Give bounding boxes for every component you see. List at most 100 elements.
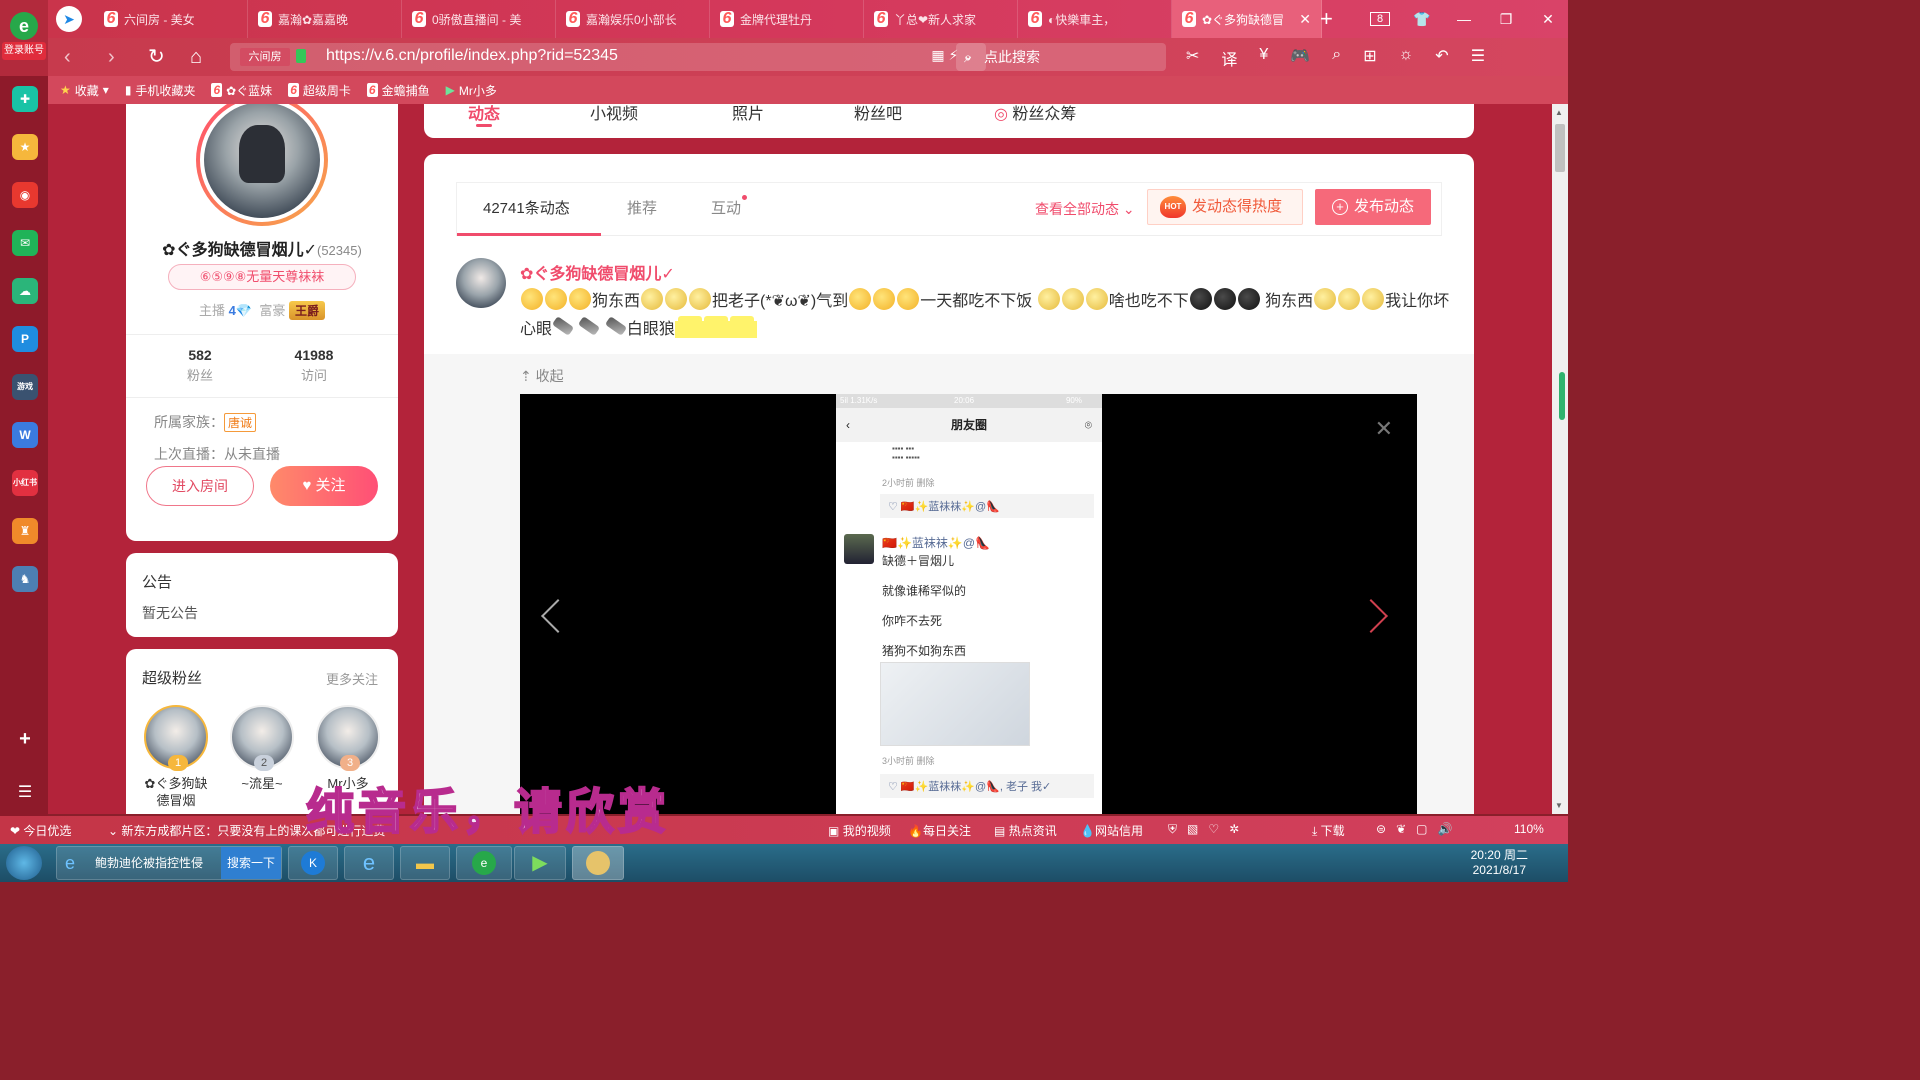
translate-icon[interactable]: 译	[1221, 46, 1237, 70]
browser-tab[interactable]: 6 0骄傲直播间 - 美	[402, 0, 556, 38]
post-for-heat-button[interactable]: HOT 发动态得热度	[1147, 189, 1303, 225]
taskbar-folder-app[interactable]: ▬	[400, 846, 450, 880]
search-input[interactable]: ⌕ 点此搜索	[956, 43, 1166, 71]
scroll-up-icon[interactable]: ▲	[1555, 108, 1563, 117]
side-drag-handle[interactable]	[1559, 372, 1565, 420]
url-text[interactable]: https://v.6.cn/profile/index.php?rid=523…	[326, 47, 618, 65]
my-videos[interactable]: ▣ 我的视频	[828, 822, 891, 839]
taskbar-ie-app[interactable]: e	[344, 846, 394, 880]
new-tab-icon[interactable]: +	[1320, 6, 1333, 32]
next-image-icon[interactable]	[1354, 599, 1388, 633]
tab-short-videos[interactable]: 小视频	[590, 104, 638, 124]
game2-icon[interactable]: ♜	[12, 518, 38, 544]
clock-date[interactable]: 2021/8/17	[1471, 863, 1528, 878]
collapse-button[interactable]: ⇡ 收起	[520, 366, 564, 386]
tab-all-dynamics[interactable]: 42741条动态	[483, 197, 570, 218]
p-app-icon[interactable]: P	[12, 326, 38, 352]
profile-avatar[interactable]	[196, 104, 328, 226]
close-viewer-icon[interactable]: ✕	[1375, 416, 1393, 442]
bookmark-item[interactable]: 6 超级周卡	[288, 82, 351, 99]
taskbar-search-app[interactable]: e 鲍勃迪伦被指控性侵 搜索一下	[56, 846, 282, 880]
bookmark-item[interactable]: 6 金蟾捕鱼	[366, 82, 430, 99]
cloud-icon[interactable]: ☁	[12, 278, 38, 304]
clock-time[interactable]: 20:20 周二	[1471, 848, 1528, 863]
close-tab-icon[interactable]: ✕	[1299, 11, 1311, 28]
fan-item[interactable]: 1 ✿ぐ多狗缺德冒烟	[142, 705, 210, 809]
post-author-name[interactable]: ✿ぐ多狗缺德冒烟儿✓	[520, 260, 675, 284]
downloads[interactable]: ⤓ 下载	[1312, 822, 1345, 839]
zoom-level[interactable]: 110%	[1514, 822, 1544, 836]
tab-dynamics[interactable]: 动态	[468, 104, 500, 124]
bookmark-item[interactable]: ▶ Mr小多	[446, 82, 497, 99]
site-credit[interactable]: 💧网站信用	[1080, 822, 1143, 839]
sidebar-menu-icon[interactable]: ☰	[12, 780, 38, 806]
tab-count-badge[interactable]: 8	[1370, 12, 1390, 26]
browser-tab[interactable]: 6 ◐快樂車主，	[1018, 0, 1172, 38]
today-picks[interactable]: ❤ 今日优选	[10, 822, 71, 839]
browser-tab[interactable]: 6 嘉瀚娱乐0小部长	[556, 0, 710, 38]
scissors-icon[interactable]: ✂	[1186, 46, 1199, 70]
skin-icon[interactable]: 👕	[1412, 11, 1432, 28]
red-app-icon[interactable]: 小红书	[12, 470, 38, 496]
brightness-icon[interactable]: ☼	[1399, 46, 1414, 70]
start-button[interactable]	[6, 846, 42, 880]
daily-follow[interactable]: 🔥每日关注	[908, 822, 971, 839]
game3-icon[interactable]: ♞	[12, 566, 38, 592]
navigate-icon[interactable]: ➤	[56, 6, 82, 32]
refresh-icon[interactable]: ↻	[148, 46, 165, 68]
post-author-avatar[interactable]	[456, 258, 506, 308]
bookmark-mobile[interactable]: ▮ 手机收藏夹	[125, 82, 196, 99]
taskbar-k-app[interactable]: K	[288, 846, 338, 880]
scrollbar-thumb[interactable]	[1555, 124, 1565, 172]
bookmark-item[interactable]: 6 ✿ぐ蓝妹	[211, 82, 272, 99]
browser-tab-active[interactable]: 6 ✿ぐ多狗缺德冒 ✕	[1172, 0, 1322, 38]
status-icons-2[interactable]: ⊜ ❦ ▢ 🔊	[1376, 822, 1452, 836]
weibo-icon[interactable]: ◉	[12, 182, 38, 208]
restore-icon[interactable]: ❐	[1496, 11, 1516, 28]
add-sidebar-icon[interactable]: +	[12, 726, 38, 752]
tab-crowdfunding[interactable]: ◎ 粉丝众筹	[994, 104, 1076, 124]
search-button[interactable]: 搜索一下	[220, 847, 281, 879]
close-window-icon[interactable]: ✕	[1538, 11, 1558, 28]
page-scrollbar[interactable]: ▲ ▼	[1552, 104, 1568, 814]
menu-icon[interactable]: ☰	[1471, 46, 1485, 70]
login-button[interactable]: 登录账号	[2, 42, 46, 60]
minimize-icon[interactable]: —	[1454, 11, 1474, 27]
favorites-star-icon[interactable]: ★	[12, 134, 38, 160]
fan-item[interactable]: 2 ~流星~	[228, 705, 296, 792]
more-follows-link[interactable]: 更多关注	[326, 669, 378, 688]
browser-tab[interactable]: 6 六间房 - 美女	[94, 0, 248, 38]
browser-tab[interactable]: 6 嘉瀚✿嘉嘉晚	[248, 0, 402, 38]
back-icon[interactable]: ‹	[64, 46, 71, 68]
family-tag[interactable]: 唐诚	[224, 413, 257, 432]
taskbar-player-app[interactable]: ▶	[514, 846, 566, 880]
plus-app-icon[interactable]: ✚	[12, 86, 38, 112]
hot-news[interactable]: ▤ 热点资讯	[994, 822, 1057, 839]
browser-tab[interactable]: 6 金牌代理牡丹	[710, 0, 864, 38]
taskbar-image-app[interactable]	[572, 846, 624, 880]
tab-fan-forum[interactable]: 粉丝吧	[854, 104, 902, 124]
status-icons[interactable]: ⛨ ▧ ♡ ✲	[1168, 822, 1239, 837]
taskbar-browser-app[interactable]: e	[456, 846, 512, 880]
mail-icon[interactable]: ✉	[12, 230, 38, 256]
tab-recommended[interactable]: 推荐	[627, 197, 657, 218]
browser-tab[interactable]: 6 丫总❤新人求家	[864, 0, 1018, 38]
word-icon[interactable]: W	[12, 422, 38, 448]
prev-image-icon[interactable]	[541, 599, 575, 633]
coin-icon[interactable]: ¥	[1259, 46, 1268, 70]
tab-photos[interactable]: 照片	[732, 104, 764, 124]
gamepad-icon[interactable]: 🎮	[1290, 46, 1310, 70]
browser-logo-icon[interactable]: e	[10, 12, 38, 40]
follow-button[interactable]: ♥ 关注	[270, 466, 378, 506]
enter-room-button[interactable]: 进入房间	[146, 466, 254, 506]
fans-stat[interactable]: 582 粉丝	[150, 347, 250, 384]
undo-icon[interactable]: ↶	[1435, 46, 1448, 70]
forward-icon[interactable]: ›	[108, 46, 115, 68]
tab-interaction[interactable]: 互动	[711, 195, 748, 218]
home-icon[interactable]: ⌂	[190, 46, 202, 68]
bookmark-favorites[interactable]: ★ 收藏 ▾	[60, 82, 109, 99]
publish-post-button[interactable]: + 发布动态	[1315, 189, 1431, 225]
game-app-icon[interactable]: 游戏	[12, 374, 38, 400]
scroll-down-icon[interactable]: ▼	[1555, 801, 1563, 810]
url-field[interactable]: 六间房 https://v.6.cn/profile/index.php?rid…	[230, 43, 986, 71]
